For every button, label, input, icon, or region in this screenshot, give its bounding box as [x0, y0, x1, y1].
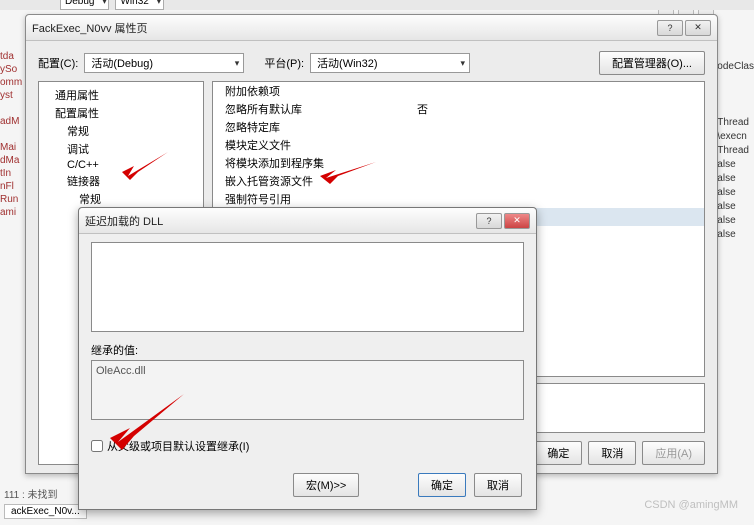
platform-combo[interactable]: 活动(Win32): [310, 53, 470, 73]
property-name: 强制符号引用: [213, 191, 413, 207]
property-value[interactable]: 否: [413, 101, 704, 117]
value-textarea[interactable]: [91, 242, 524, 332]
dialog-titlebar[interactable]: 延迟加载的 DLL ? ✕: [79, 208, 536, 234]
ide-toolbar: Debug Win32: [0, 0, 754, 10]
config-manager-button[interactable]: 配置管理器(O)...: [599, 51, 705, 75]
property-row[interactable]: 附加依赖项: [213, 82, 704, 100]
tree-node[interactable]: 调试: [39, 140, 203, 158]
inherit-checkbox[interactable]: [91, 440, 103, 452]
watermark: CSDN @amingMM: [644, 499, 738, 511]
delay-load-dialog: 延迟加载的 DLL ? ✕ 继承的值: 从父级或项目默认设置继承(I) 宏(M)…: [78, 207, 537, 510]
property-row[interactable]: 将模块添加到程序集: [213, 154, 704, 172]
code-strip: tda ySo omm yst adM Mai dMa tIn nFl Run …: [0, 50, 28, 219]
platform-combo-small[interactable]: Win32: [115, 0, 163, 10]
tree-node[interactable]: 配置属性: [39, 104, 203, 122]
ok-button[interactable]: 确定: [418, 473, 466, 497]
config-combo[interactable]: 活动(Debug): [84, 53, 244, 73]
property-name: 嵌入托管资源文件: [213, 173, 413, 189]
property-name: 模块定义文件: [213, 137, 413, 153]
property-row[interactable]: 强制符号引用: [213, 190, 704, 208]
macro-button[interactable]: 宏(M)>>: [293, 473, 359, 497]
inherit-checkbox-label: 从父级或项目默认设置继承(I): [107, 438, 249, 454]
tree-node[interactable]: 常规: [39, 190, 203, 208]
cancel-button[interactable]: 取消: [474, 473, 522, 497]
property-name: 将模块添加到程序集: [213, 155, 413, 171]
window-title: FackExec_N0vv 属性页: [32, 20, 657, 36]
help-icon[interactable]: ?: [476, 213, 502, 229]
property-row[interactable]: 忽略所有默认库否: [213, 100, 704, 118]
dialog-title: 延迟加载的 DLL: [85, 213, 476, 229]
close-icon[interactable]: ✕: [685, 20, 711, 36]
bottom-tab[interactable]: ackExec_N0v...: [4, 504, 87, 519]
config-label: 配置(C):: [38, 55, 78, 71]
help-icon[interactable]: ?: [657, 20, 683, 36]
property-name: 忽略所有默认库: [213, 101, 413, 117]
status-text: 111 : 未找到: [4, 486, 58, 501]
ok-button[interactable]: 确定: [534, 441, 582, 465]
platform-label: 平台(P):: [264, 55, 304, 71]
close-icon[interactable]: ✕: [504, 213, 530, 229]
property-name: 附加依赖项: [213, 83, 413, 99]
inherited-label: 继承的值:: [91, 342, 524, 358]
apply-button[interactable]: 应用(A): [642, 441, 705, 465]
side-text: odeClas Thread \execn Thread alse alse a…: [717, 60, 754, 242]
tree-node[interactable]: 通用属性: [39, 86, 203, 104]
property-row[interactable]: 模块定义文件: [213, 136, 704, 154]
property-row[interactable]: 嵌入托管资源文件: [213, 172, 704, 190]
titlebar[interactable]: FackExec_N0vv 属性页 ? ✕: [26, 15, 717, 41]
cancel-button[interactable]: 取消: [588, 441, 636, 465]
property-row[interactable]: 忽略特定库: [213, 118, 704, 136]
tree-node[interactable]: 链接器: [39, 172, 203, 190]
property-name: 忽略特定库: [213, 119, 413, 135]
inherited-values-box: [91, 360, 524, 420]
tree-node[interactable]: 常规: [39, 122, 203, 140]
config-combo-small[interactable]: Debug: [60, 0, 109, 10]
tree-node[interactable]: C/C++: [39, 158, 203, 172]
